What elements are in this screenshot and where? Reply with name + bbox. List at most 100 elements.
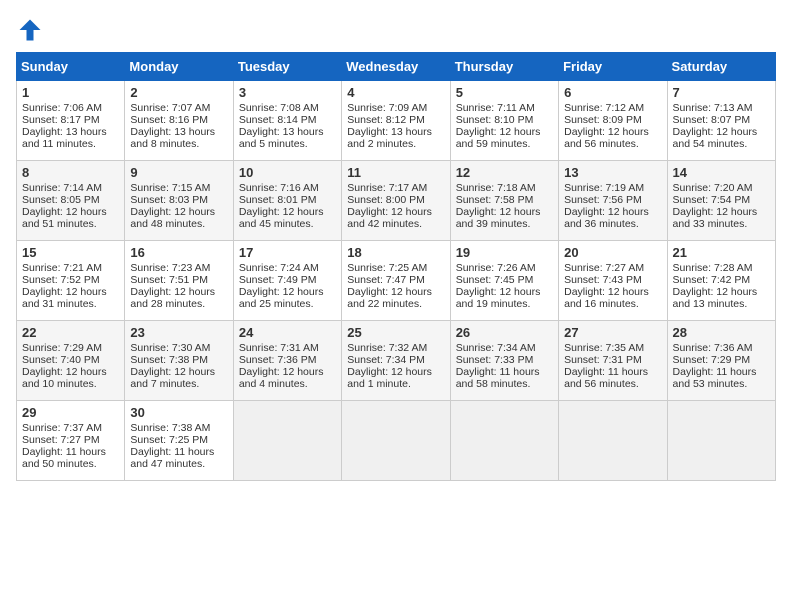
page-header [16,16,776,44]
daylight-text: Daylight: 12 hours and 36 minutes. [564,206,661,230]
day-cell: 10 Sunrise: 7:16 AMSunset: 8:01 PMDayligh… [233,161,341,241]
day-number: 24 [239,325,336,340]
day-number: 2 [130,85,227,100]
sunrise-text: Sunrise: 7:31 AM [239,342,336,354]
sunset-text: Sunset: 8:01 PM [239,194,336,206]
sunset-text: Sunset: 7:33 PM [456,354,553,366]
column-header-saturday: Saturday [667,53,775,81]
daylight-text: Daylight: 12 hours and 59 minutes. [456,126,553,150]
daylight-text: Daylight: 12 hours and 48 minutes. [130,206,227,230]
day-cell: 17Sunrise: 7:24 AMSunset: 7:49 PMDayligh… [233,241,341,321]
day-number: 10 [239,165,336,180]
sunset-text: Sunset: 7:52 PM [22,274,119,286]
sunset-text: Sunset: 8:16 PM [130,114,227,126]
sunrise-text: Sunrise: 7:06 AM [22,102,119,114]
day-number: 8 [22,165,119,180]
daylight-text: Daylight: 12 hours and 42 minutes. [347,206,444,230]
column-header-friday: Friday [559,53,667,81]
daylight-text: Daylight: 11 hours and 47 minutes. [130,446,227,470]
daylight-text: Daylight: 12 hours and 56 minutes. [564,126,661,150]
sunset-text: Sunset: 7:47 PM [347,274,444,286]
daylight-text: Daylight: 13 hours and 2 minutes. [347,126,444,150]
daylight-text: Daylight: 12 hours and 45 minutes. [239,206,336,230]
week-row-2: 8Sunrise: 7:14 AMSunset: 8:05 PMDaylight… [17,161,776,241]
day-number: 7 [673,85,770,100]
daylight-text: Daylight: 12 hours and 54 minutes. [673,126,770,150]
day-cell: 15Sunrise: 7:21 AMSunset: 7:52 PMDayligh… [17,241,125,321]
day-cell: 2 Sunrise: 7:07 AMSunset: 8:16 PMDaylight… [125,81,233,161]
sunset-text: Sunset: 7:42 PM [673,274,770,286]
sunset-text: Sunset: 7:29 PM [673,354,770,366]
daylight-text: Daylight: 11 hours and 50 minutes. [22,446,119,470]
sunrise-text: Sunrise: 7:20 AM [673,182,770,194]
day-number: 9 [130,165,227,180]
daylight-text: Daylight: 13 hours and 8 minutes. [130,126,227,150]
day-number: 23 [130,325,227,340]
day-number: 3 [239,85,336,100]
day-number: 5 [456,85,553,100]
column-header-tuesday: Tuesday [233,53,341,81]
day-number: 17 [239,245,336,260]
logo [16,16,48,44]
daylight-text: Daylight: 12 hours and 25 minutes. [239,286,336,310]
column-header-sunday: Sunday [17,53,125,81]
day-cell: 6Sunrise: 7:12 AMSunset: 8:09 PMDaylight… [559,81,667,161]
sunset-text: Sunset: 8:00 PM [347,194,444,206]
day-cell: 12Sunrise: 7:18 AMSunset: 7:58 PMDayligh… [450,161,558,241]
daylight-text: Daylight: 12 hours and 10 minutes. [22,366,119,390]
day-cell: 24 Sunrise: 7:31 AMSunset: 7:36 PMDayligh… [233,321,341,401]
day-cell: 20Sunrise: 7:27 AMSunset: 7:43 PMDayligh… [559,241,667,321]
sunrise-text: Sunrise: 7:30 AM [130,342,227,354]
day-cell: 26Sunrise: 7:34 AMSunset: 7:33 PMDayligh… [450,321,558,401]
day-cell [233,401,341,481]
sunset-text: Sunset: 8:12 PM [347,114,444,126]
day-number: 25 [347,325,444,340]
day-number: 6 [564,85,661,100]
daylight-text: Daylight: 12 hours and 19 minutes. [456,286,553,310]
day-number: 30 [130,405,227,420]
sunrise-text: Sunrise: 7:15 AM [130,182,227,194]
sunrise-text: Sunrise: 7:36 AM [673,342,770,354]
sunset-text: Sunset: 8:14 PM [239,114,336,126]
sunset-text: Sunset: 7:58 PM [456,194,553,206]
day-number: 28 [673,325,770,340]
daylight-text: Daylight: 12 hours and 13 minutes. [673,286,770,310]
day-number: 11 [347,165,444,180]
day-number: 12 [456,165,553,180]
day-cell: 11Sunrise: 7:17 AMSunset: 8:00 PMDayligh… [342,161,450,241]
sunset-text: Sunset: 7:36 PM [239,354,336,366]
sunrise-text: Sunrise: 7:23 AM [130,262,227,274]
daylight-text: Daylight: 12 hours and 31 minutes. [22,286,119,310]
sunset-text: Sunset: 8:10 PM [456,114,553,126]
daylight-text: Daylight: 11 hours and 58 minutes. [456,366,553,390]
daylight-text: Daylight: 12 hours and 4 minutes. [239,366,336,390]
sunset-text: Sunset: 8:07 PM [673,114,770,126]
day-number: 27 [564,325,661,340]
week-row-5: 29Sunrise: 7:37 AMSunset: 7:27 PMDayligh… [17,401,776,481]
daylight-text: Daylight: 12 hours and 1 minute. [347,366,444,390]
daylight-text: Daylight: 11 hours and 53 minutes. [673,366,770,390]
day-number: 15 [22,245,119,260]
sunset-text: Sunset: 7:54 PM [673,194,770,206]
day-number: 22 [22,325,119,340]
sunrise-text: Sunrise: 7:27 AM [564,262,661,274]
sunset-text: Sunset: 7:31 PM [564,354,661,366]
daylight-text: Daylight: 12 hours and 7 minutes. [130,366,227,390]
day-cell: 8Sunrise: 7:14 AMSunset: 8:05 PMDaylight… [17,161,125,241]
sunrise-text: Sunrise: 7:16 AM [239,182,336,194]
sunset-text: Sunset: 7:27 PM [22,434,119,446]
day-number: 29 [22,405,119,420]
day-cell: 21Sunrise: 7:28 AMSunset: 7:42 PMDayligh… [667,241,775,321]
day-number: 1 [22,85,119,100]
calendar-table: SundayMondayTuesdayWednesdayThursdayFrid… [16,52,776,481]
sunset-text: Sunset: 8:17 PM [22,114,119,126]
sunrise-text: Sunrise: 7:28 AM [673,262,770,274]
day-cell: 19Sunrise: 7:26 AMSunset: 7:45 PMDayligh… [450,241,558,321]
sunset-text: Sunset: 8:05 PM [22,194,119,206]
sunset-text: Sunset: 7:40 PM [22,354,119,366]
day-cell: 13Sunrise: 7:19 AMSunset: 7:56 PMDayligh… [559,161,667,241]
day-cell [559,401,667,481]
sunrise-text: Sunrise: 7:07 AM [130,102,227,114]
daylight-text: Daylight: 12 hours and 51 minutes. [22,206,119,230]
sunset-text: Sunset: 7:56 PM [564,194,661,206]
